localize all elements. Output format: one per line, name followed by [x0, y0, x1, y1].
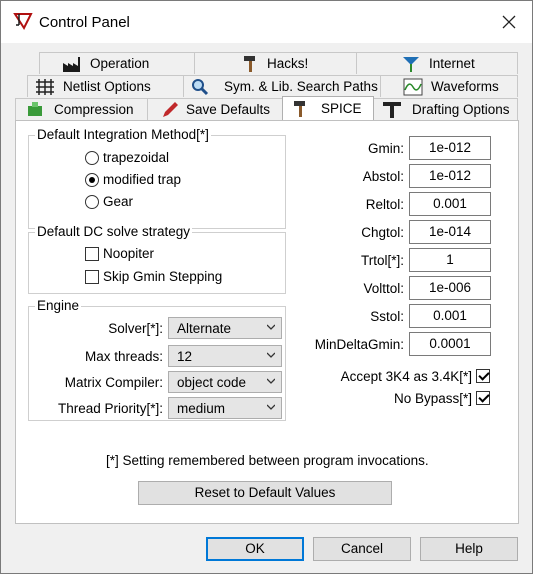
title-bar: Control Panel: [1, 1, 532, 43]
radio-trapezoidal-label: trapezoidal: [103, 150, 170, 165]
tab-netlist-options[interactable]: Netlist Options: [27, 75, 184, 97]
sstol-label: Sstol:: [370, 309, 404, 324]
chgtol-field[interactable]: 1e-014: [409, 220, 491, 244]
max-threads-label: Max threads:: [84, 349, 163, 364]
tab-spice[interactable]: SPICE: [282, 96, 374, 120]
integration-method-title: Default Integration Method[*]: [35, 127, 211, 142]
tab-sym-lib-search-paths[interactable]: Sym. & Lib. Search Paths: [183, 75, 381, 97]
engine-group: Engine Solver[*]: Alternate Max threads:…: [28, 298, 286, 421]
help-button[interactable]: Help: [420, 537, 518, 561]
radio-gear[interactable]: [85, 195, 99, 209]
grid-icon: [36, 79, 54, 95]
thread-priority-select[interactable]: medium: [168, 397, 282, 419]
noopiter-checkbox[interactable]: [85, 247, 99, 261]
tab-hacks[interactable]: Hacks!: [194, 52, 357, 74]
ltspice-logo-icon: [13, 13, 33, 31]
max-threads-select[interactable]: 12: [168, 345, 282, 367]
dc-strategy-group: Default DC solve strategy Noopiter Skip …: [28, 224, 286, 294]
trtol-field[interactable]: 1: [409, 248, 491, 272]
tab-operation[interactable]: Operation: [39, 52, 195, 74]
radio-gear-label: Gear: [103, 194, 134, 209]
tab-save-defaults[interactable]: Save Defaults: [147, 98, 283, 120]
cancel-button[interactable]: Cancel: [313, 537, 411, 561]
no-bypass-checkbox[interactable]: [476, 391, 490, 405]
integration-method-group: Default Integration Method[*] trapezoida…: [28, 127, 286, 229]
accept-3k4-label: Accept 3K4 as 3.4K[*]: [340, 369, 472, 384]
skip-gmin-checkbox[interactable]: [85, 270, 99, 284]
tab-internet[interactable]: Internet: [356, 52, 518, 74]
reltol-field[interactable]: 0.001: [409, 192, 491, 216]
close-button[interactable]: [486, 1, 532, 43]
pen-icon: [163, 102, 178, 117]
radio-trapezoidal[interactable]: [85, 151, 99, 165]
radio-modified-trap-label: modified trap: [103, 172, 182, 187]
hammer-icon: [294, 101, 305, 117]
tab-drafting-options[interactable]: Drafting Options: [373, 98, 518, 120]
t-square-icon: [383, 102, 401, 118]
radio-modified-trap[interactable]: [85, 173, 99, 187]
antenna-icon: [403, 57, 419, 72]
reltol-label: Reltol:: [365, 197, 404, 212]
hammer-icon: [244, 56, 255, 72]
chevron-down-icon: [267, 352, 275, 358]
mindeltagmin-field[interactable]: 0.0001: [409, 332, 491, 356]
solver-select[interactable]: Alternate: [168, 317, 282, 339]
factory-icon: [63, 57, 80, 72]
solver-label: Solver[*]:: [108, 321, 163, 336]
tab-waveforms[interactable]: Waveforms: [380, 75, 518, 97]
gmin-field[interactable]: 1e-012: [409, 136, 491, 160]
chevron-down-icon: [267, 378, 275, 384]
no-bypass-label: No Bypass[*]: [393, 391, 472, 406]
matrix-compiler-select[interactable]: object code: [168, 371, 282, 393]
waveform-icon: [403, 78, 423, 96]
chevron-down-icon: [267, 404, 275, 410]
matrix-compiler-label: Matrix Compiler:: [64, 375, 163, 390]
spice-settings-panel: Default Integration Method[*] trapezoida…: [15, 120, 519, 524]
gmin-label: Gmin:: [367, 141, 404, 156]
window-title: Control Panel: [39, 14, 130, 31]
abstol-field[interactable]: 1e-012: [409, 164, 491, 188]
chgtol-label: Chgtol:: [361, 225, 404, 240]
chevron-down-icon: [267, 324, 275, 330]
accept-3k4-checkbox[interactable]: [476, 369, 490, 383]
thread-priority-label: Thread Priority[*]:: [57, 401, 163, 416]
abstol-label: Abstol:: [362, 169, 404, 184]
tab-compression[interactable]: Compression: [15, 98, 148, 120]
control-panel-dialog: Control Panel Operation Hacks! Internet …: [0, 0, 533, 574]
sstol-field[interactable]: 0.001: [409, 304, 491, 328]
close-icon: [502, 15, 516, 29]
mindeltagmin-label: MinDeltaGmin:: [314, 337, 404, 352]
ok-button[interactable]: OK: [206, 537, 304, 561]
skip-gmin-label: Skip Gmin Stepping: [103, 269, 223, 284]
engine-title: Engine: [35, 298, 82, 313]
noopiter-label: Noopiter: [103, 246, 155, 261]
dc-strategy-title: Default DC solve strategy: [35, 224, 193, 239]
volttol-field[interactable]: 1e-006: [409, 276, 491, 300]
persistence-note: [*] Setting remembered between program i…: [106, 453, 429, 468]
compress-icon: [28, 102, 42, 116]
magnifier-icon: [192, 79, 209, 96]
reset-defaults-button[interactable]: Reset to Default Values: [138, 481, 392, 505]
trtol-label: Trtol[*]:: [360, 253, 404, 268]
volttol-label: Volttol:: [363, 281, 404, 296]
